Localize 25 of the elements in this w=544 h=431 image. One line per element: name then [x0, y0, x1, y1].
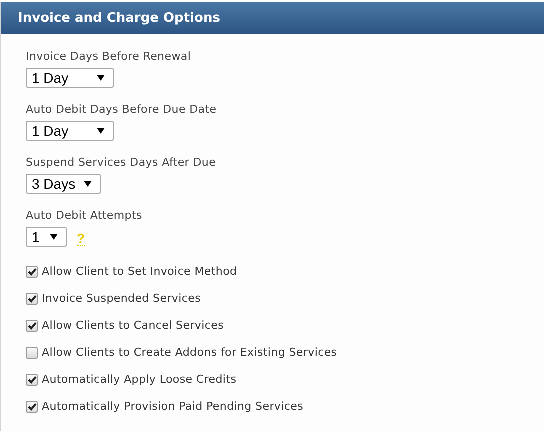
checkbox-label: Allow Clients to Create Addons for Existing Services [42, 346, 338, 359]
checkbox[interactable] [26, 374, 38, 386]
dropdown[interactable]: 1 [26, 227, 67, 247]
caret-icon [50, 234, 58, 240]
checkbox[interactable] [26, 320, 38, 332]
dropdown[interactable]: 3 Days [26, 174, 101, 194]
caret-icon [84, 181, 92, 187]
checkbox[interactable] [26, 266, 38, 278]
dropdown[interactable]: 1 Day [26, 121, 114, 141]
checkbox[interactable] [26, 400, 38, 412]
field-label: Invoice Days Before Renewal [26, 50, 192, 65]
caret-icon [97, 75, 105, 81]
checkbox[interactable] [26, 346, 38, 358]
panel-title: Invoice and Charge Options [18, 10, 220, 26]
field-label: Suspend Services Days After Due [26, 156, 218, 171]
dropdown[interactable]: 1 Day [26, 68, 114, 88]
checkbox-label: Automatically Apply Loose Credits [42, 373, 237, 386]
checkbox[interactable] [26, 292, 38, 304]
checkbox-label: Allow Client to Set Invoice Method [42, 265, 238, 278]
checkbox-label: Invoice Suspended Services [42, 292, 202, 305]
field-label: Auto Debit Days Before Due Date [26, 103, 218, 118]
checkbox-label: Automatically Provision Paid Pending Services [42, 400, 304, 413]
caret-icon [97, 128, 105, 134]
checkbox-label: Allow Clients to Cancel Services [42, 319, 224, 332]
field-label: Auto Debit Attempts [26, 209, 144, 224]
